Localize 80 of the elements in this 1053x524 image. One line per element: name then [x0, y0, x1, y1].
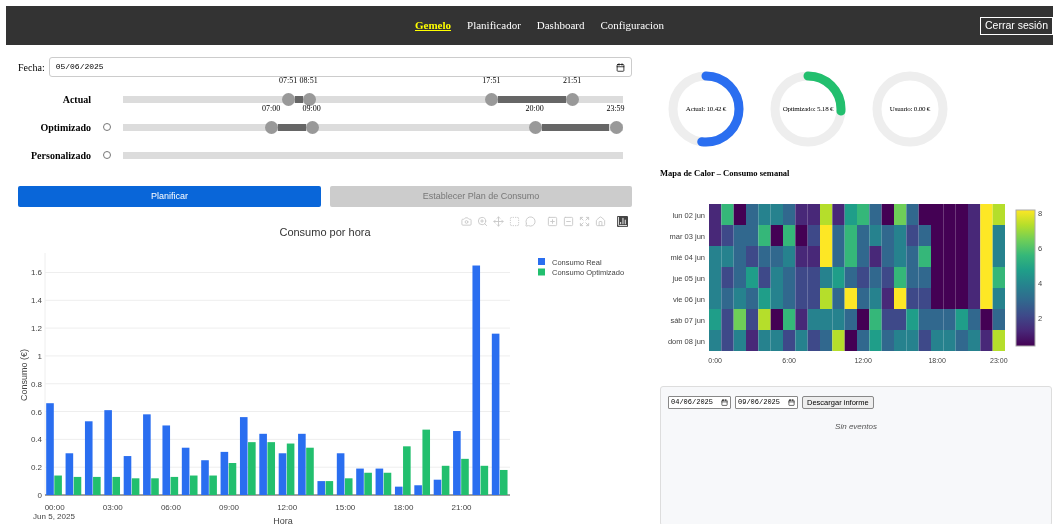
legend-swatch: [538, 268, 545, 276]
bar: [267, 442, 276, 495]
handle-time-label: 09:00: [302, 103, 321, 114]
calendar-icon[interactable]: [616, 62, 625, 72]
camera-icon[interactable]: [461, 216, 472, 227]
home-icon[interactable]: [595, 216, 606, 227]
radio-button[interactable]: [103, 123, 111, 131]
y-tick-label: 1.6: [30, 268, 42, 278]
slider-range-fill: [498, 95, 567, 103]
bar: [286, 443, 295, 495]
handle-time-label: 07:00: [262, 103, 281, 114]
handle-time-label: 23:59: [606, 103, 625, 114]
handle-time-label: 21:51: [563, 75, 582, 86]
y-tick-label: 0.8: [30, 379, 42, 389]
bar: [220, 451, 229, 495]
y-tick-label: 0.4: [30, 435, 42, 445]
heatmap-title: Mapa de Calor – Consumo semanal: [660, 167, 791, 180]
bar: [383, 472, 392, 495]
nav-link[interactable]: Configuracion: [600, 17, 664, 34]
logout-button[interactable]: Cerrar sesión: [979, 16, 1053, 35]
bar: [278, 453, 287, 495]
chart-title: Consumo por hora: [279, 226, 371, 238]
action-button[interactable]: Planificar: [18, 186, 321, 207]
calendar-icon[interactable]: [721, 398, 728, 406]
slider-handle[interactable]: [528, 120, 542, 134]
handle-time-label: 07:51: [279, 75, 298, 86]
x-tick-label: 09:00: [219, 503, 240, 512]
zoom-icon[interactable]: [477, 216, 488, 227]
date-field[interactable]: 05/06/2025: [48, 57, 632, 77]
y-tick-label: 1: [37, 351, 42, 361]
slider-handle[interactable]: [302, 92, 316, 106]
slider-range-fill: [278, 123, 306, 131]
schedule-label: Actual: [61, 92, 91, 107]
slider-handle[interactable]: [609, 120, 623, 134]
slider-range-fill: [295, 95, 303, 103]
legend-swatch: [538, 258, 545, 265]
bar: [317, 481, 326, 495]
bar: [375, 468, 384, 495]
slider-handle[interactable]: [305, 120, 319, 134]
bar: [325, 481, 334, 495]
box-select-icon[interactable]: [509, 216, 520, 227]
empty-events-message: Sin eventos: [835, 420, 877, 433]
zoom-in-icon[interactable]: [547, 216, 558, 227]
slider-range-fill: [541, 123, 610, 131]
bar-chart-icon[interactable]: [617, 216, 628, 227]
schedule-label: Optimizado: [39, 120, 91, 135]
nav-link[interactable]: Gemelo: [415, 17, 452, 34]
radio-button[interactable]: [103, 151, 111, 159]
y-axis-title: Consumo (€): [19, 349, 29, 401]
date-annotation: Jun 5, 2025: [33, 512, 75, 521]
y-tick-label: 0: [37, 491, 42, 500]
nav-link[interactable]: Planificador: [467, 17, 521, 34]
autoscale-icon[interactable]: [579, 216, 590, 227]
zoom-out-icon[interactable]: [563, 216, 574, 227]
bar: [228, 463, 237, 495]
y-tick-label: 0.6: [30, 407, 42, 417]
handle-time-label: 17:51: [482, 75, 501, 86]
slider-handle[interactable]: [282, 92, 296, 106]
x-tick-label: 12:00: [277, 503, 298, 512]
x-tick-label: 06:00: [160, 503, 181, 512]
nav-link[interactable]: Dashboard: [536, 17, 585, 34]
handle-time-label: 08:51: [299, 75, 318, 86]
x-tick-label: 00:00: [44, 503, 65, 512]
x-tick-label: 03:00: [102, 503, 123, 512]
y-tick-label: 1.2: [30, 324, 42, 334]
x-tick-label: 21:00: [451, 503, 472, 512]
schedule-label: Personalizado: [30, 148, 91, 163]
slider-handle[interactable]: [566, 92, 580, 106]
calendar-icon[interactable]: [788, 398, 796, 406]
slider-handle[interactable]: [485, 92, 499, 106]
lasso-icon[interactable]: [525, 216, 536, 227]
y-tick-label: 1.4: [30, 296, 42, 306]
y-tick-label: 0.2: [30, 463, 42, 473]
x-tick-label: 18:00: [393, 503, 414, 512]
x-tick-label: 15:00: [335, 503, 356, 512]
handle-time-label: 20:00: [525, 103, 544, 114]
slider-handle[interactable]: [265, 120, 279, 134]
date-label: Fecha:: [18, 60, 45, 75]
pan-icon[interactable]: [493, 216, 504, 227]
x-axis-title: Hora: [273, 516, 293, 524]
